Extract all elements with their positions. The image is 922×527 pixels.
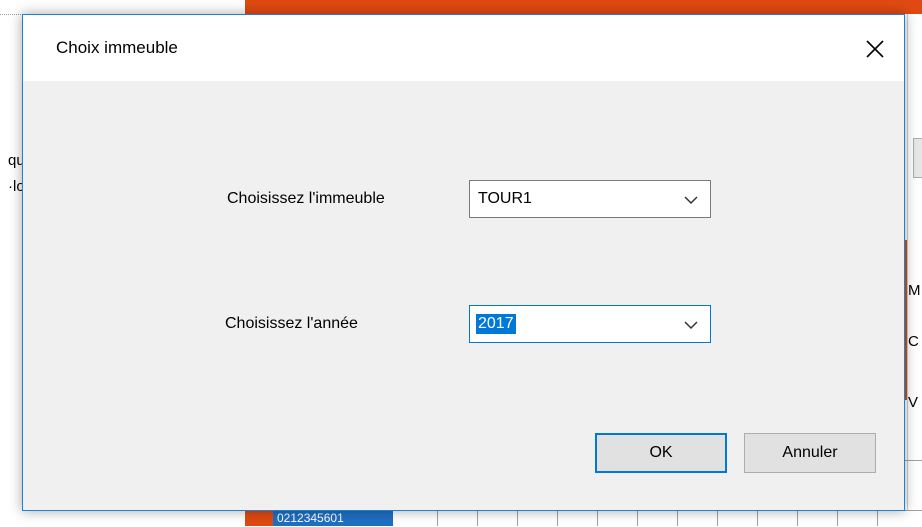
grid-cell-divider [797, 511, 798, 526]
grid-cell-divider [597, 511, 598, 526]
right-panel-text-3: V [908, 394, 919, 411]
grid-row-header [245, 510, 273, 526]
close-button[interactable] [859, 33, 891, 65]
grid-cell-divider [877, 511, 878, 526]
grid-cell-divider [837, 511, 838, 526]
cancel-button[interactable]: Annuler [744, 433, 876, 473]
grid-cell-divider [517, 511, 518, 526]
close-icon [866, 40, 884, 58]
grid-cell-divider [637, 511, 638, 526]
grid-cell-divider [557, 511, 558, 526]
building-label: Choisissez l'immeuble [227, 190, 385, 207]
right-panel-button[interactable] [913, 138, 922, 178]
year-select[interactable]: 2017 [469, 305, 711, 343]
building-select[interactable]: TOUR1 [469, 180, 711, 218]
building-select-value: TOUR1 [478, 190, 532, 207]
year-label: Choisissez l'année [225, 315, 358, 332]
ok-button[interactable]: OK [595, 433, 727, 473]
right-panel [907, 14, 922, 526]
grid-selected-cell[interactable]: 0212345601 [273, 511, 393, 526]
grid-cell-divider [437, 511, 438, 526]
chevron-down-icon [684, 196, 698, 205]
year-select-value: 2017 [476, 314, 516, 334]
grid-cell-divider [757, 511, 758, 526]
dialog-title: Choix immeuble [56, 38, 178, 57]
grid-cell-divider [477, 511, 478, 526]
right-panel-accent [905, 240, 907, 400]
grid-cell-divider [717, 511, 718, 526]
right-panel-text-2: C [908, 333, 919, 350]
grid-cell-divider [677, 511, 678, 526]
right-panel-text-1: M [908, 282, 921, 299]
choose-building-dialog: Choix immeuble Choisissez l'immeuble TOU… [22, 14, 905, 511]
dialog-titlebar[interactable]: Choix immeuble [23, 15, 904, 81]
background-header-bar [245, 0, 922, 14]
chevron-down-icon [684, 321, 698, 330]
